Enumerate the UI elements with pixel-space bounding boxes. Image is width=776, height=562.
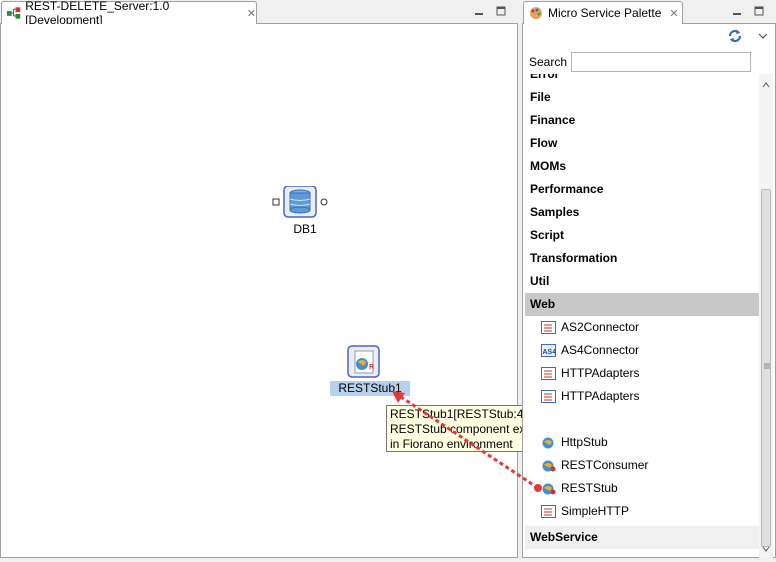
category-finance[interactable]: Finance (525, 109, 759, 132)
refresh-icon[interactable] (727, 28, 743, 47)
palette-item-label: HTTPAdapters (561, 366, 640, 380)
close-icon[interactable]: ✕ (669, 7, 678, 20)
palette-item-label: AS4Connector (561, 343, 640, 357)
palette-scrollbar[interactable] (759, 74, 773, 558)
palette-item-label: SimpleHTTP (561, 504, 630, 518)
category-web[interactable]: Web (525, 293, 759, 316)
connector-icon: AS4 (541, 344, 556, 357)
maximize-icon[interactable] (752, 4, 766, 18)
palette-icon (530, 7, 542, 19)
category-moms[interactable]: MOMs (525, 155, 759, 178)
scroll-up-icon[interactable] (762, 77, 770, 91)
search-label: Search (529, 55, 568, 69)
close-icon[interactable]: ✕ (247, 7, 256, 20)
category-util[interactable]: Util (525, 270, 759, 293)
category-transformation[interactable]: Transformation (525, 247, 759, 270)
svg-text:R: R (369, 364, 374, 371)
palette-tab-title: Micro Service Palette (548, 6, 662, 20)
view-menu-icon[interactable] (757, 30, 769, 44)
palette-item-httpstub[interactable]: HttpStub (525, 431, 759, 454)
palette-item-label: HTTPAdapters (561, 389, 640, 403)
editor-tab[interactable]: REST-DELETE_Server:1.0 [Development] ✕ (1, 0, 257, 27)
category-samples[interactable]: Samples (525, 201, 759, 224)
editor-panel: REST-DELETE_Server:1.0 [Development] ✕ D… (0, 0, 645, 562)
palette-item-reststub[interactable]: RESTStub (525, 477, 759, 500)
rest-consumer-icon (542, 460, 556, 472)
palette-list: Error File Finance Flow MOMs Performance… (525, 74, 759, 558)
palette-item-label: AS2Connector (561, 320, 640, 334)
http-adapter-icon (541, 390, 556, 403)
category-file[interactable]: File (525, 86, 759, 109)
palette-tabbar: Micro Service Palette ✕ (522, 0, 776, 24)
palette-tab[interactable]: Micro Service Palette ✕ (523, 1, 683, 24)
search-input[interactable] (571, 52, 751, 72)
db1-label: DB1 (293, 222, 317, 236)
category-flow[interactable]: Flow (525, 132, 759, 155)
category-error[interactable]: Error (525, 74, 759, 86)
editor-tabbar: REST-DELETE_Server:1.0 [Development] ✕ (0, 0, 518, 27)
category-webservice[interactable]: WebService (525, 526, 759, 549)
minimize-icon[interactable] (730, 4, 744, 18)
flow-diagram-icon (6, 7, 21, 19)
simple-http-icon (541, 505, 556, 518)
maximize-icon[interactable] (494, 4, 508, 18)
palette-item-as2connector[interactable]: AS2Connector (525, 316, 759, 339)
palette-item-httpadapters-2[interactable]: HTTPAdapters (525, 385, 759, 408)
connector-icon (541, 321, 556, 334)
palette-panel: Micro Service Palette ✕ Search Error Fil… (522, 0, 776, 562)
palette-body: Search Error File Finance Flow MOMs Perf… (522, 24, 776, 558)
reststub1-label: RESTStub1 (330, 381, 410, 396)
palette-item-hidden[interactable] (525, 408, 759, 431)
palette-item-httpadapters[interactable]: HTTPAdapters (525, 362, 759, 385)
db1-node[interactable]: DB1 (272, 186, 330, 236)
palette-item-restconsumer[interactable]: RESTConsumer (525, 454, 759, 477)
palette-item-label: RESTStub (561, 481, 618, 495)
palette-item-as4connector[interactable]: AS4 AS4Connector (525, 339, 759, 362)
http-adapter-icon (541, 367, 556, 380)
editor-tab-title: REST-DELETE_Server:1.0 [Development] (25, 0, 170, 27)
palette-item-simplehttp[interactable]: SimpleHTTP (525, 500, 759, 523)
category-performance[interactable]: Performance (525, 178, 759, 201)
database-icon (272, 186, 328, 218)
palette-item-label: HttpStub (561, 435, 608, 449)
rest-stub-icon (542, 483, 556, 495)
http-stub-icon (542, 437, 554, 449)
category-script[interactable]: Script (525, 224, 759, 247)
reststub1-node[interactable]: R RESTStub1 (330, 345, 410, 396)
rest-stub-icon: R (347, 345, 380, 378)
scroll-thumb[interactable] (761, 189, 771, 547)
minimize-icon[interactable] (472, 4, 486, 18)
search-row: Search (529, 52, 751, 72)
palette-item-label: RESTConsumer (561, 458, 649, 472)
flow-canvas[interactable] (0, 24, 518, 558)
svg-text:AS4: AS4 (543, 349, 557, 356)
scroll-down-icon[interactable] (762, 541, 770, 555)
